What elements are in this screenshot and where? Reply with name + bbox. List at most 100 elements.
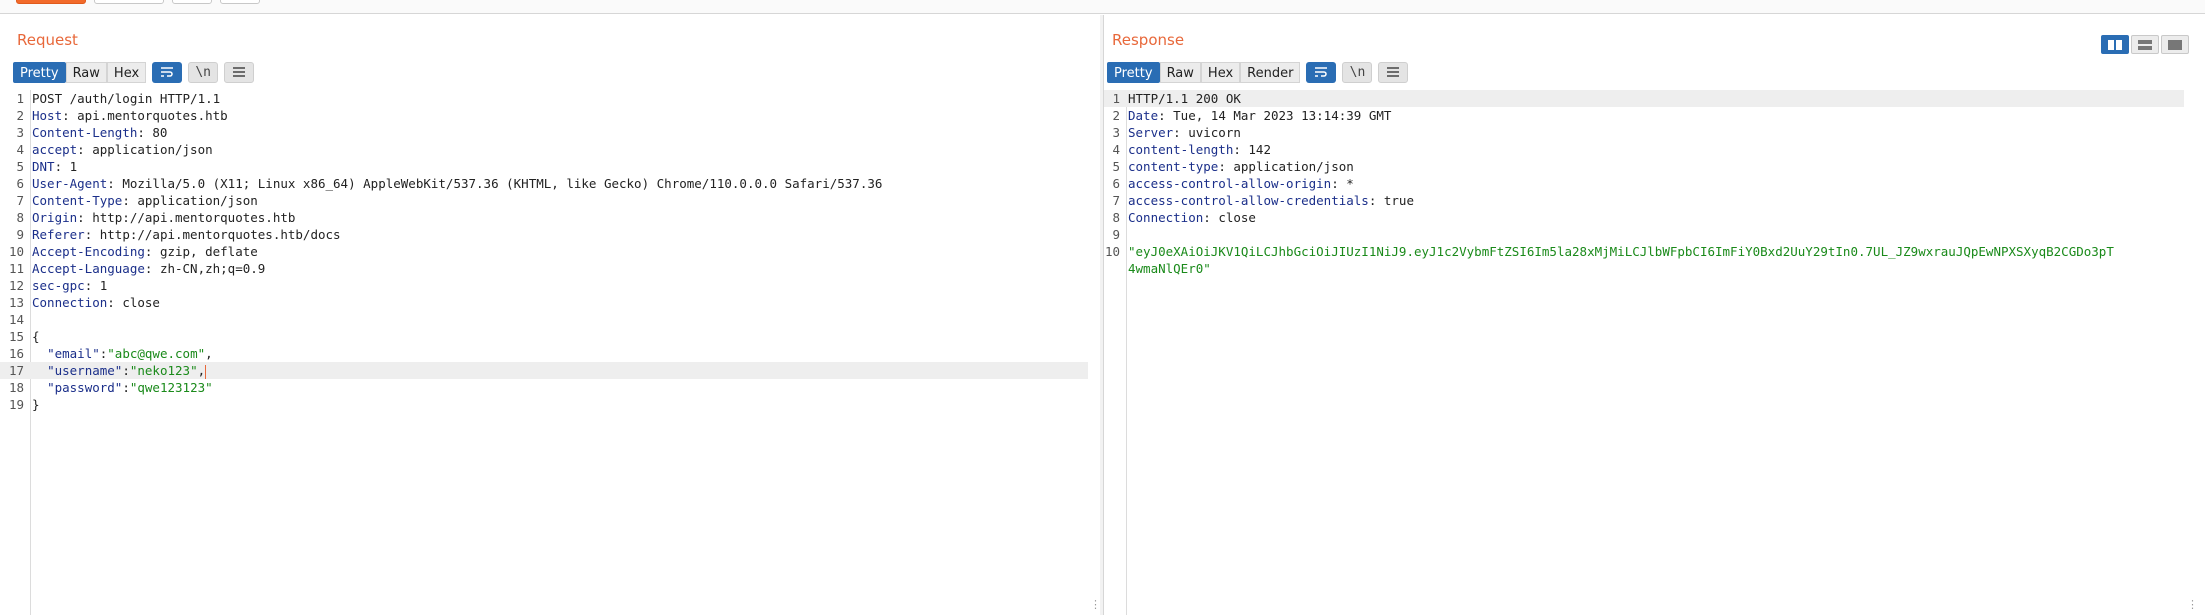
code-token: : Mozilla/5.0 (X11; Linux x86_64) AppleW… xyxy=(107,176,883,191)
code-line[interactable]: 9 Referer: http://api.mentorquotes.htb/do… xyxy=(0,226,1088,243)
back-button[interactable] xyxy=(172,0,212,4)
code-token: : xyxy=(122,363,130,378)
code-line[interactable]: 12 sec-gpc: 1 xyxy=(0,277,1088,294)
line-text[interactable]: Connection: close xyxy=(32,294,160,311)
line-text[interactable]: Origin: http://api.mentorquotes.htb xyxy=(32,209,295,226)
line-text[interactable]: User-Agent: Mozilla/5.0 (X11; Linux x86_… xyxy=(32,175,882,192)
code-line[interactable]: 10 "eyJ0eXAiOiJKV1QiLCJhbGciOiJIUzI1NiJ9.… xyxy=(1104,243,2184,260)
tab-hex[interactable]: Hex xyxy=(1200,61,1241,83)
line-text[interactable]: Server: uvicorn xyxy=(1128,124,1241,141)
request-editor[interactable]: 1 POST /auth/login HTTP/1.1 2 Host: api.men… xyxy=(0,90,1100,615)
newline-icon[interactable]: \n xyxy=(1342,61,1373,83)
code-line[interactable]: 17 "username":"neko123", xyxy=(0,362,1088,379)
response-code[interactable]: 1 HTTP/1.1 200 OK 2 Date: Tue, 14 Mar 2023 … xyxy=(1104,90,2184,277)
code-token: : Tue, 14 Mar 2023 13:14:39 GMT xyxy=(1158,108,1392,123)
code-line[interactable]: 9 xyxy=(1104,226,2184,243)
code-token: { xyxy=(32,329,40,344)
line-text[interactable]: Host: api.mentorquotes.htb xyxy=(32,107,228,124)
line-number: 6 xyxy=(1112,176,1120,191)
code-line[interactable]: 6 User-Agent: Mozilla/5.0 (X11; Linux x86… xyxy=(0,175,1088,192)
line-text[interactable]: } xyxy=(32,396,40,413)
code-line[interactable]: 1 HTTP/1.1 200 OK xyxy=(1104,90,2184,107)
line-number: 18 xyxy=(8,380,24,395)
code-line[interactable]: 13 Connection: close xyxy=(0,294,1088,311)
line-text[interactable]: POST /auth/login HTTP/1.1 xyxy=(32,90,220,107)
line-text[interactable]: access-control-allow-origin: * xyxy=(1128,175,1354,192)
tab-pretty[interactable]: Pretty xyxy=(13,61,66,83)
request-code[interactable]: 1 POST /auth/login HTTP/1.1 2 Host: api.men… xyxy=(0,90,1088,413)
code-line[interactable]: 10 Accept-Encoding: gzip, deflate xyxy=(0,243,1088,260)
line-text[interactable]: Content-Type: application/json xyxy=(32,192,258,209)
code-token: : * xyxy=(1331,176,1354,191)
code-line[interactable]: 4 accept: application/json xyxy=(0,141,1088,158)
line-text[interactable]: "username":"neko123", xyxy=(32,362,207,379)
code-token: accept xyxy=(32,142,78,157)
line-text[interactable]: content-type: application/json xyxy=(1128,158,1354,175)
code-line[interactable]: 5 DNT: 1 xyxy=(0,158,1088,175)
line-text[interactable]: Date: Tue, 14 Mar 2023 13:14:39 GMT xyxy=(1128,107,1391,124)
line-text[interactable]: DNT: 1 xyxy=(32,158,77,175)
code-line[interactable]: 5 content-type: application/json xyxy=(1104,158,2184,175)
line-text[interactable]: accept: application/json xyxy=(32,141,213,158)
menu-icon[interactable] xyxy=(1378,61,1409,83)
split-horizontal-icon[interactable] xyxy=(2101,35,2129,54)
forward-button[interactable] xyxy=(220,0,260,4)
code-line[interactable]: 6 access-control-allow-origin: * xyxy=(1104,175,2184,192)
code-line[interactable]: 8 Connection: close xyxy=(1104,209,2184,226)
line-text[interactable]: Accept-Encoding: gzip, deflate xyxy=(32,243,258,260)
send-button[interactable] xyxy=(16,0,86,4)
line-text[interactable]: HTTP/1.1 200 OK xyxy=(1128,90,1241,107)
code-token: "username" xyxy=(47,363,123,378)
line-text[interactable]: content-length: 142 xyxy=(1128,141,1271,158)
line-text[interactable]: sec-gpc: 1 xyxy=(32,277,107,294)
line-text[interactable]: Accept-Language: zh-CN,zh;q=0.9 xyxy=(32,260,265,277)
code-token: , xyxy=(197,363,206,378)
code-line[interactable]: 14 xyxy=(0,311,1088,328)
resize-handle[interactable]: ⋮ xyxy=(2187,599,2198,611)
code-line[interactable]: 7 access-control-allow-credentials: true xyxy=(1104,192,2184,209)
response-editor[interactable]: 1 HTTP/1.1 200 OK 2 Date: Tue, 14 Mar 2023 … xyxy=(1104,90,2205,615)
code-line[interactable]: 2 Host: api.mentorquotes.htb xyxy=(0,107,1088,124)
newline-icon[interactable]: \n xyxy=(188,61,219,83)
code-line[interactable]: 1 POST /auth/login HTTP/1.1 xyxy=(0,90,1088,107)
request-pane: Request Pretty Raw Hex \n 1 POST /auth/login… xyxy=(0,15,1101,615)
line-text[interactable]: { xyxy=(32,328,40,345)
code-line[interactable]: 3 Content-Length: 80 xyxy=(0,124,1088,141)
tab-hex[interactable]: Hex xyxy=(106,61,147,83)
code-line-wrapped[interactable]: 4wmaNlQEr0" xyxy=(1104,260,2184,277)
code-line[interactable]: 7 Content-Type: application/json xyxy=(0,192,1088,209)
code-line[interactable]: 2 Date: Tue, 14 Mar 2023 13:14:39 GMT xyxy=(1104,107,2184,124)
code-line[interactable]: 8 Origin: http://api.mentorquotes.htb xyxy=(0,209,1088,226)
wrap-icon[interactable] xyxy=(152,61,183,83)
cancel-button[interactable] xyxy=(94,0,164,4)
line-text[interactable]: "eyJ0eXAiOiJKV1QiLCJhbGciOiJIUzI1NiJ9.ey… xyxy=(1128,243,2114,260)
line-number: 8 xyxy=(1112,210,1120,225)
single-pane-icon[interactable] xyxy=(2161,35,2189,54)
code-token: , xyxy=(205,346,213,361)
line-text[interactable]: access-control-allow-credentials: true xyxy=(1128,192,1414,209)
line-text[interactable]: Content-Length: 80 xyxy=(32,124,167,141)
code-line[interactable]: 3 Server: uvicorn xyxy=(1104,124,2184,141)
code-line[interactable]: 19} xyxy=(0,396,1088,413)
tab-raw[interactable]: Raw xyxy=(65,61,107,83)
line-text[interactable]: "password":"qwe123123" xyxy=(32,379,213,396)
line-text[interactable]: Referer: http://api.mentorquotes.htb/doc… xyxy=(32,226,341,243)
line-number: 1 xyxy=(16,91,24,106)
line-text[interactable]: Connection: close xyxy=(1128,209,1256,226)
code-line[interactable]: 15 { xyxy=(0,328,1088,345)
menu-icon[interactable] xyxy=(224,61,255,83)
tab-pretty[interactable]: Pretty xyxy=(1107,61,1160,83)
wrap-icon[interactable] xyxy=(1306,61,1337,83)
code-line[interactable]: 11 Accept-Language: zh-CN,zh;q=0.9 xyxy=(0,260,1088,277)
code-line[interactable]: 16 "email":"abc@qwe.com", xyxy=(0,345,1088,362)
resize-handle[interactable]: ⋮ xyxy=(1090,599,1101,611)
code-token: HTTP/1.1 200 OK xyxy=(1128,91,1241,106)
split-vertical-icon[interactable] xyxy=(2131,35,2159,54)
code-line[interactable]: 18 "password":"qwe123123" xyxy=(0,379,1088,396)
tab-render[interactable]: Render xyxy=(1240,61,1301,83)
code-line[interactable]: 4 content-length: 142 xyxy=(1104,141,2184,158)
tab-raw[interactable]: Raw xyxy=(1159,61,1201,83)
line-number: 8 xyxy=(16,210,24,225)
line-text[interactable]: "email":"abc@qwe.com", xyxy=(32,345,213,362)
code-token: : zh-CN,zh;q=0.9 xyxy=(144,261,266,276)
